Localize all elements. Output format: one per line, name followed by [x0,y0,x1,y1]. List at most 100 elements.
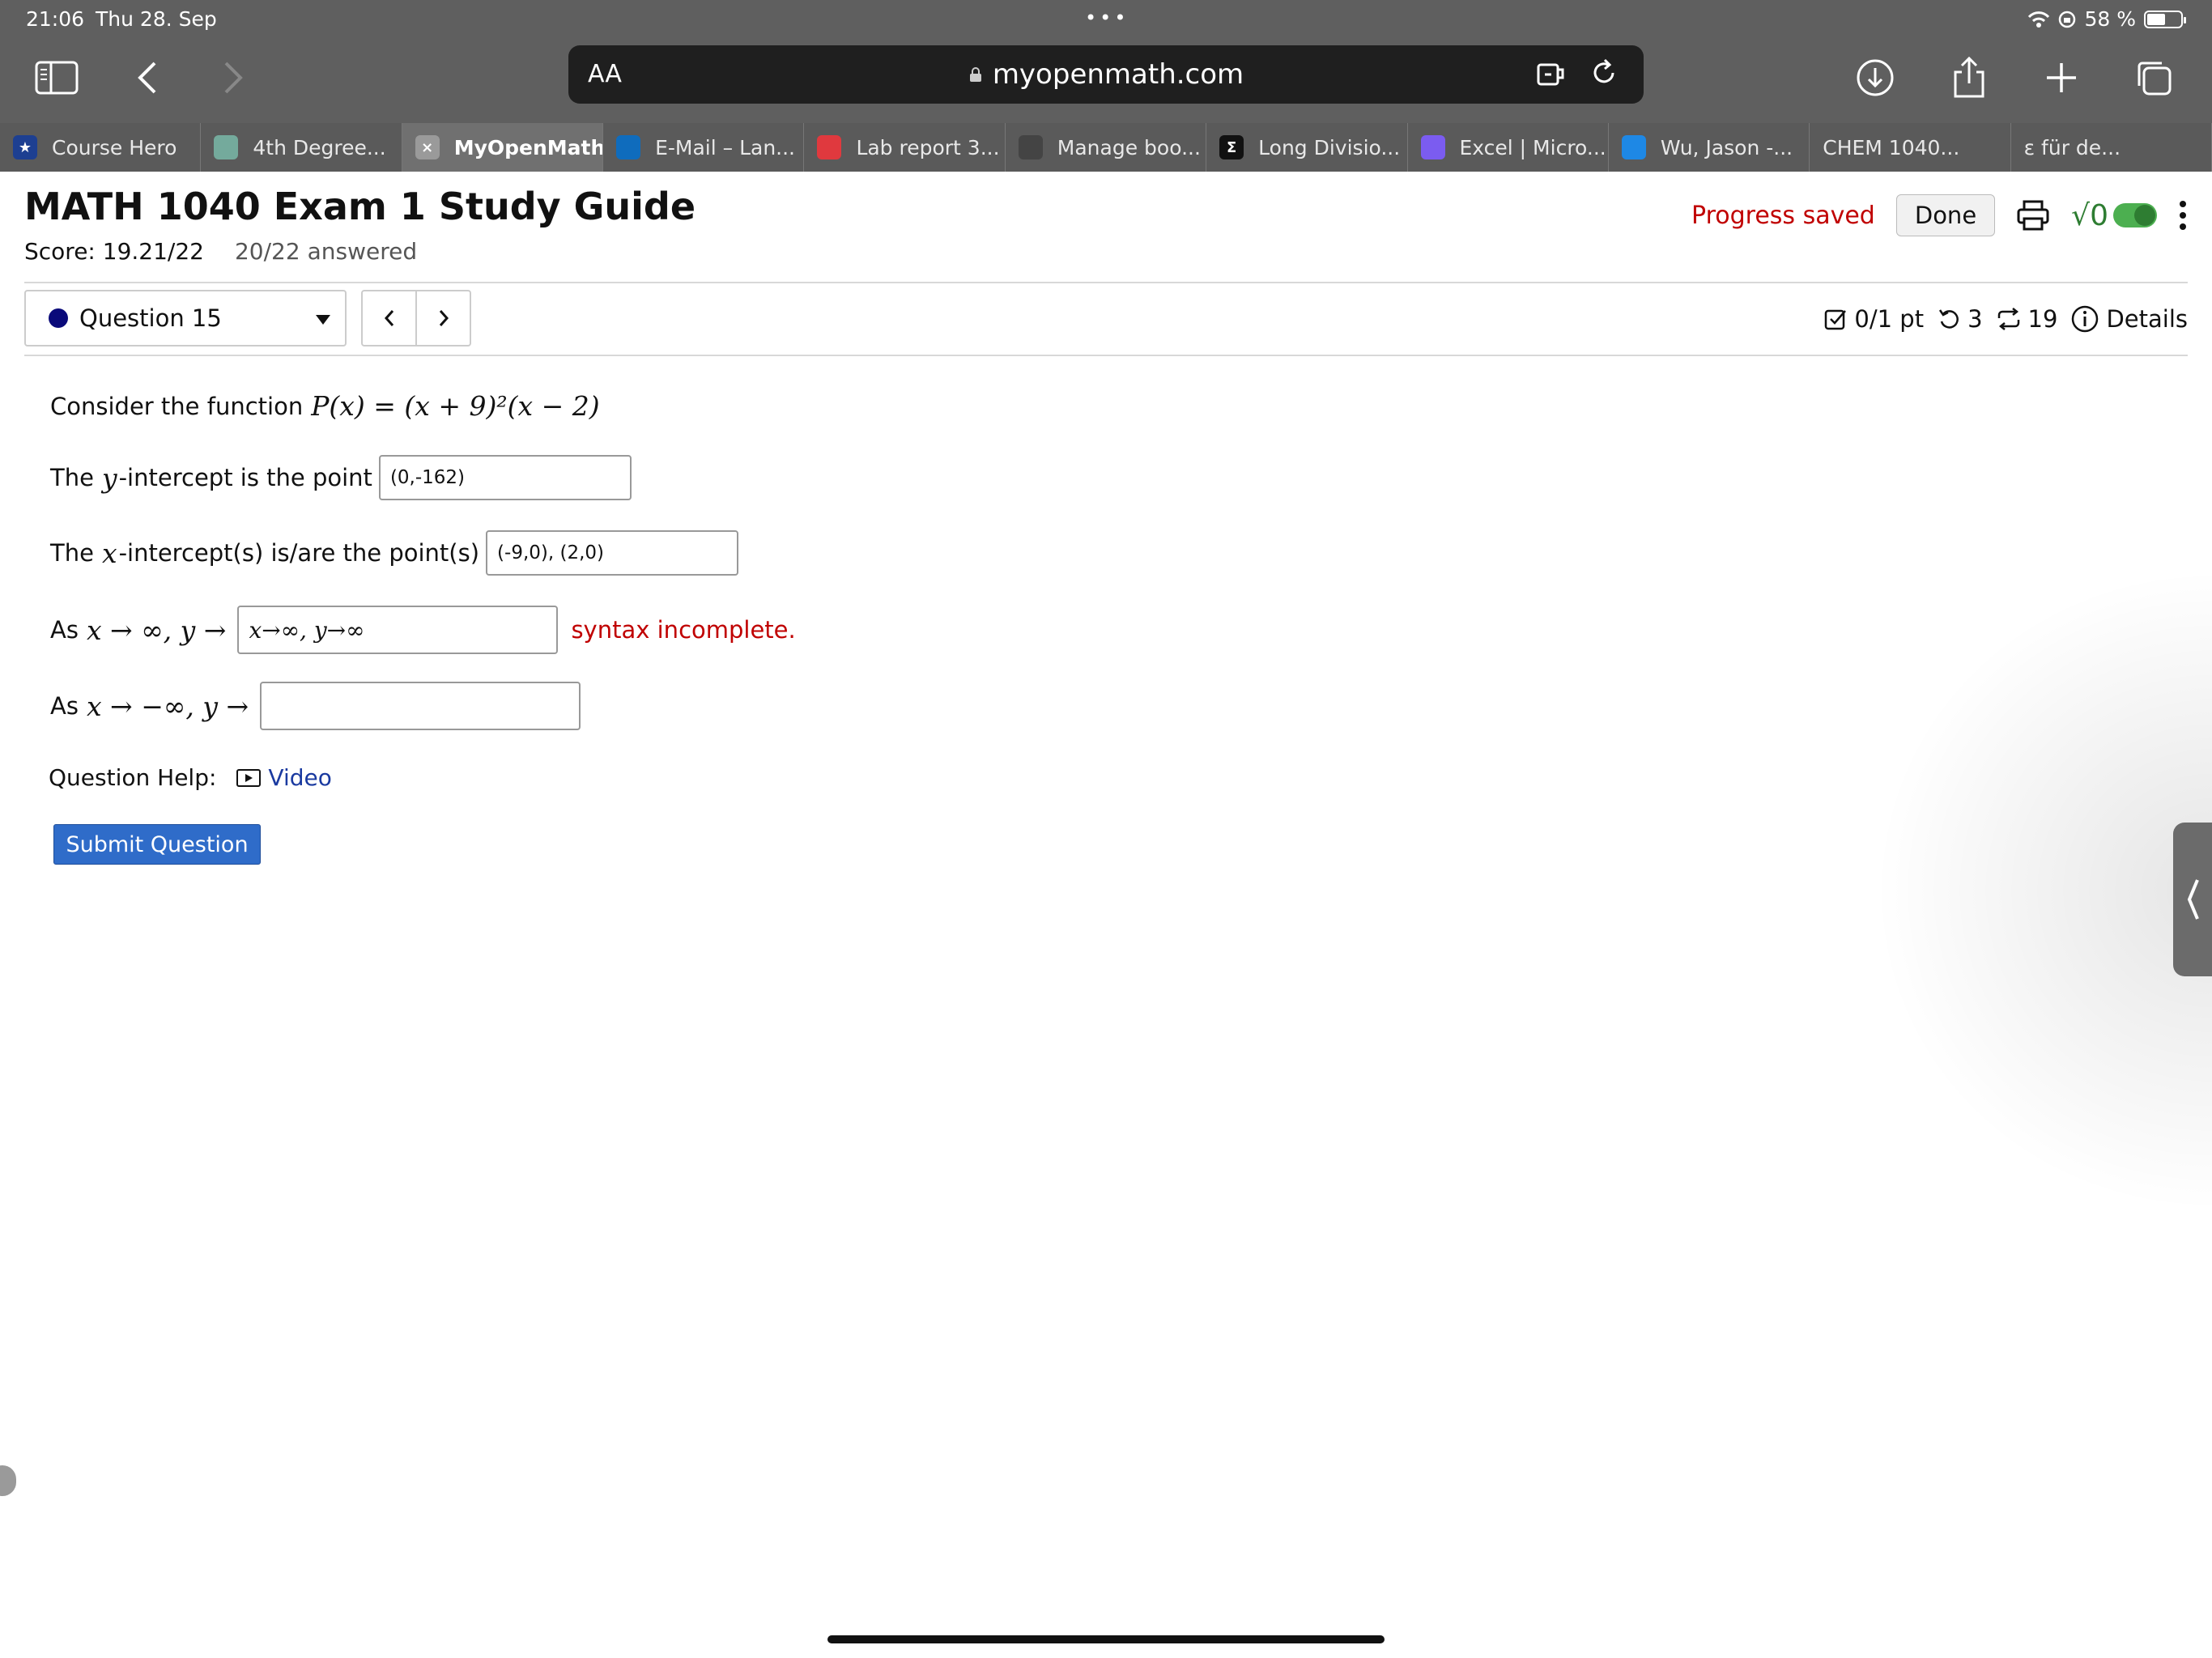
question-selector[interactable]: Question 15 [24,290,347,346]
browser-tab[interactable]: E-Mail – Lan... [603,123,805,172]
question-nav [361,290,471,346]
more-options-icon[interactable] [2178,199,2188,232]
limit-positive-math: x → ∞, y → [86,614,227,646]
chevron-right-icon [439,310,449,326]
help-label: Question Help: [49,764,217,791]
points-group: 0/1 pt [1823,305,1924,333]
x-intercept-label-pre: The [50,539,94,567]
share-icon[interactable] [1945,53,1993,102]
chevron-down-icon [316,315,330,325]
close-icon[interactable]: × [415,135,440,159]
toggle-switch[interactable] [2113,203,2157,227]
multitask-dots-icon[interactable]: ••• [1085,6,1129,29]
tab-overview-icon[interactable] [2129,53,2178,102]
answered-count: 20/22 answered [234,238,418,265]
question-help: Question Help: Video [49,764,332,791]
canvas-icon [817,135,842,159]
orientation-lock-icon [2059,11,2076,28]
browser-tab[interactable]: ★ Course Hero [0,123,202,172]
browser-tab[interactable]: Lab report 3... [804,123,1006,172]
y-intercept-input[interactable]: (0,-162) [378,455,632,500]
y-variable: y [101,461,117,494]
browser-tab[interactable]: × MyOpenMath [402,123,604,172]
submit-question-button[interactable]: Submit Question [53,824,261,865]
info-icon [2072,305,2099,333]
home-indicator[interactable] [827,1635,1385,1643]
tab-label: ε für de... [2023,135,2121,159]
limit-positive-value: x→∞, y→∞ [249,616,365,644]
tab-label: Manage boo... [1057,135,1201,159]
next-question-button[interactable] [417,291,470,345]
browser-tab[interactable]: 4th Degree... [201,123,402,172]
details-label: Details [2106,305,2188,333]
video-link[interactable]: Video [236,764,332,791]
question-status-dot [49,308,68,328]
limit-positive-row: As x → ∞, y → x→∞, y→∞ syntax incomplete… [50,606,796,654]
status-bar: 21:06 Thu 28. Sep ••• 58 % [0,0,2212,39]
video-icon [236,768,262,787]
battery-icon [2144,10,2186,28]
assistive-touch-dot[interactable] [0,1465,16,1496]
browser-tab[interactable]: Manage boo... [1006,123,1207,172]
points-value: 0/1 pt [1854,305,1925,333]
divider [24,282,2188,283]
browser-tab[interactable]: CHEM 1040... [1810,123,2011,172]
limit-negative-input[interactable] [260,682,581,730]
chevron-left-icon [384,310,393,326]
browser-tab[interactable]: Wu, Jason -... [1609,123,1810,172]
side-panel-handle[interactable] [2173,823,2212,976]
x-variable: x [101,537,117,569]
question-selector-label: Question 15 [79,304,222,332]
x-intercept-input[interactable]: (-9,0), (2,0) [486,530,739,576]
reload-icon[interactable] [1589,57,1621,89]
details-button[interactable]: Details [2070,304,2188,334]
sigma-icon: Σ [1219,135,1244,159]
download-icon[interactable] [1851,53,1899,102]
new-tab-icon[interactable] [2037,53,2086,102]
tab-label: Excel | Micro... [1459,135,1606,159]
attempts-group: 19 [1996,305,2058,333]
sidebar-icon[interactable] [32,53,81,102]
done-button[interactable]: Done [1895,194,1996,236]
forward-icon[interactable] [209,53,257,102]
side-shadow [1872,567,2212,1214]
tab-label: Lab report 3... [856,135,1000,159]
print-icon[interactable] [2016,199,2050,232]
copilot-icon [1420,135,1445,159]
x-intercept-label-post: -intercept(s) is/are the point(s) [118,539,480,567]
as-label: As [50,692,79,720]
course-hero-icon: ★ [13,135,37,159]
browser-tab[interactable]: ε für de... [2011,123,2212,172]
limit-negative-row: As x → −∞, y → [50,682,581,730]
url-field[interactable]: myopenmath.com [568,58,1644,91]
header-actions: Progress saved Done √0 [1691,194,2188,236]
divider [24,355,2188,356]
browser-tab[interactable]: Excel | Micro... [1408,123,1609,172]
retries-group: 3 [1937,305,1983,333]
question-prompt: Consider the function P(x) = (x + 9)²(x … [50,390,600,422]
tab-label: CHEM 1040... [1823,135,1960,159]
previous-question-button[interactable] [363,291,417,345]
tab-bar: ★ Course Hero 4th Degree... × MyOpenMath E-Ma… [0,123,2212,172]
repeat-icon [1997,308,2019,330]
question-meta: 0/1 pt 3 19 Details [1819,304,2188,334]
tab-label: Long Divisio... [1258,135,1401,159]
y-intercept-row: The y -intercept is the point (0,-162) [50,455,632,500]
onedrive-icon [1621,135,1646,159]
chevron-left-icon [2187,879,2199,920]
browser-chrome: 21:06 Thu 28. Sep ••• 58 % AA myopenmath… [0,0,2212,172]
prompt-text: Consider the function [50,392,304,420]
x-intercept-row: The x -intercept(s) is/are the point(s) … [50,530,739,576]
browser-tab[interactable]: Σ Long Divisio... [1206,123,1408,172]
extension-icon[interactable] [1535,57,1568,89]
address-bar-actions [1535,57,1621,89]
math-entry-toggle[interactable]: √0 [2071,199,2157,232]
attempts-value: 19 [2027,305,2058,333]
function-formula: P(x) = (x + 9)²(x − 2) [311,390,600,422]
back-icon[interactable] [123,53,172,102]
checkbox-icon [1825,309,1847,330]
limit-negative-math: x → −∞, y → [86,690,249,722]
x-intercept-value: (-9,0), (2,0) [497,542,605,563]
limit-positive-input[interactable]: x→∞, y→∞ [237,606,559,654]
address-bar[interactable]: AA myopenmath.com [568,45,1644,104]
